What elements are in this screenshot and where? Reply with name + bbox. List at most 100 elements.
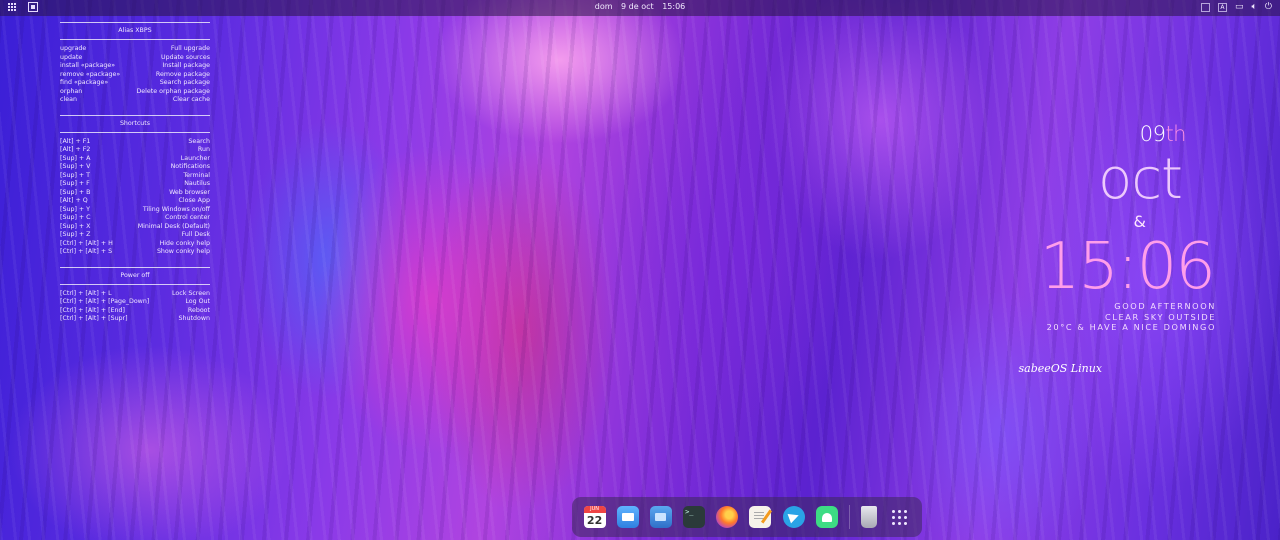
help-description: Launcher xyxy=(180,154,210,162)
help-row: [Alt] + F1 Search xyxy=(60,138,210,147)
distro-logo: sabeeOS Linux xyxy=(1018,362,1102,375)
telegram-icon[interactable] xyxy=(782,506,805,528)
help-command: find «package» xyxy=(60,79,109,86)
help-description: Close App xyxy=(178,197,210,204)
help-command: [Ctrl] + [Alt] + [Page_Down] xyxy=(60,298,150,305)
alias-section-title: Alias XBPS xyxy=(60,22,210,40)
help-description: Notifications xyxy=(170,163,210,170)
help-command: [Sup] + C xyxy=(60,214,91,221)
help-description: Run xyxy=(197,146,210,153)
help-description: Hide conky help xyxy=(159,239,210,247)
temperature-line: 20°C & HAVE A NICE DOMINGO xyxy=(1046,322,1216,332)
help-command: [Ctrl] + [Alt] + [End] xyxy=(60,306,125,314)
help-row: [Ctrl] + [Alt] + [Page_Down] Log Out xyxy=(60,298,210,307)
help-description: Shutdown xyxy=(178,315,210,322)
help-description: Search xyxy=(188,137,210,145)
mail-icon[interactable] xyxy=(616,506,639,528)
help-row: [Sup] + Z Full Desk xyxy=(60,231,210,240)
alias-list: upgrade Full upgrade update Update sources i… xyxy=(60,45,210,105)
help-description: Control center xyxy=(164,214,210,221)
help-description: Web browser xyxy=(169,188,210,196)
android-icon[interactable] xyxy=(815,506,838,528)
help-row: orphan Delete orphan package xyxy=(60,88,210,97)
clock-big-time: 15:06 xyxy=(1039,230,1216,304)
help-row: [Ctrl] + [Alt] + [Supr] Shutdown xyxy=(60,315,210,324)
clock-date: 9 de oct xyxy=(621,2,654,11)
help-command: update xyxy=(60,53,83,61)
help-description: Delete orphan package xyxy=(136,87,210,95)
help-command: [Sup] + B xyxy=(60,188,91,196)
help-row: clean Clear cache xyxy=(60,96,210,105)
help-description: Minimal Desk (Default) xyxy=(137,222,210,230)
clock-day-number: 09th xyxy=(1139,122,1187,146)
day-value: 09 xyxy=(1139,122,1166,146)
help-row: [Ctrl] + [Alt] + H Hide conky help xyxy=(60,240,210,249)
terminal-icon[interactable]: >_ xyxy=(683,506,706,528)
help-command: [Ctrl] + [Alt] + S xyxy=(60,248,113,255)
help-command: [Sup] + Z xyxy=(60,231,91,238)
help-command: [Ctrl] + [Alt] + [Supr] xyxy=(60,315,128,322)
clock-month: oct xyxy=(1097,147,1183,212)
help-command: [Alt] + F1 xyxy=(60,137,91,145)
clock-time: 15:06 xyxy=(662,2,686,11)
help-description: Reboot xyxy=(187,306,210,314)
help-row: [Alt] + F2 Run xyxy=(60,146,210,155)
help-description: Nautilus xyxy=(184,180,210,187)
help-command: [Alt] + Q xyxy=(60,197,88,204)
help-row: [Ctrl] + [Alt] + [End] Reboot xyxy=(60,307,210,316)
help-command: [Sup] + V xyxy=(60,163,91,170)
dock-separator xyxy=(848,505,850,529)
help-row: [Sup] + T Terminal xyxy=(60,172,210,181)
greeting-message: GOOD AFTERNOON CLEAR SKY OUTSIDE 20°C & … xyxy=(956,301,1216,333)
greeting-line: GOOD AFTERNOON xyxy=(1114,301,1216,311)
help-command: [Sup] + X xyxy=(60,222,91,230)
power-section-title: Power off xyxy=(60,266,210,285)
help-row: [Sup] + B Web browser xyxy=(60,189,210,198)
dock: JUN 22 >_ xyxy=(572,497,922,537)
help-description: Full upgrade xyxy=(170,45,210,52)
help-command: orphan xyxy=(60,87,83,95)
shortcuts-list: [Alt] + F1 Search [Alt] + F2 Run [Sup] + A La… xyxy=(60,138,210,257)
help-command: [Alt] + F2 xyxy=(60,146,91,153)
help-command: [Ctrl] + [Alt] + H xyxy=(60,239,113,247)
help-description: Tiling Windows on/off xyxy=(142,205,210,213)
help-row: [Sup] + V Notifications xyxy=(60,163,210,172)
help-command: upgrade xyxy=(60,45,87,52)
help-row: [Sup] + F Nautilus xyxy=(60,180,210,189)
help-row: [Sup] + Y Tiling Windows on/off xyxy=(60,206,210,215)
help-row: find «package» Search package xyxy=(60,79,210,88)
help-command: [Sup] + F xyxy=(60,180,90,187)
text-editor-icon[interactable] xyxy=(749,506,772,528)
help-description: Clear cache xyxy=(172,96,210,103)
conky-help: Alias XBPS upgrade Full upgrade update Upda… xyxy=(60,22,210,324)
help-row: upgrade Full upgrade xyxy=(60,45,210,54)
calendar-icon[interactable]: JUN 22 xyxy=(583,506,606,528)
app-grid-icon[interactable] xyxy=(888,506,910,528)
files-icon[interactable] xyxy=(649,506,672,528)
help-description: Log Out xyxy=(185,298,210,305)
help-row: [Sup] + X Minimal Desk (Default) xyxy=(60,223,210,232)
help-description: Update sources xyxy=(161,53,210,61)
help-description: Lock Screen xyxy=(171,289,210,297)
help-row: install «package» Install package xyxy=(60,62,210,71)
power-list: [Ctrl] + [Alt] + L Lock Screen [Ctrl] + [A… xyxy=(60,290,210,324)
help-command: [Sup] + Y xyxy=(60,205,91,213)
trash-icon[interactable] xyxy=(861,506,878,528)
help-command: remove «package» xyxy=(60,70,121,78)
help-command: install «package» xyxy=(60,62,116,69)
help-command: clean xyxy=(60,96,77,103)
help-row: [Ctrl] + [Alt] + L Lock Screen xyxy=(60,290,210,299)
conky-clock: 09th oct & 15:06 GOOD AFTERNOON CLEAR SK… xyxy=(880,0,1280,540)
firefox-icon[interactable] xyxy=(716,506,739,528)
help-row: [Sup] + A Launcher xyxy=(60,155,210,164)
help-description: Show conky help xyxy=(156,248,210,255)
help-row: remove «package» Remove package xyxy=(60,71,210,80)
weather-line: CLEAR SKY OUTSIDE xyxy=(1105,311,1216,322)
help-row: [Ctrl] + [Alt] + S Show conky help xyxy=(60,248,210,257)
help-command: [Ctrl] + [Alt] + L xyxy=(60,289,112,297)
help-description: Install package xyxy=(162,62,210,69)
help-description: Full Desk xyxy=(181,231,210,238)
help-description: Terminal xyxy=(183,171,210,179)
help-description: Search package xyxy=(159,79,210,86)
help-row: [Sup] + C Control center xyxy=(60,214,210,223)
